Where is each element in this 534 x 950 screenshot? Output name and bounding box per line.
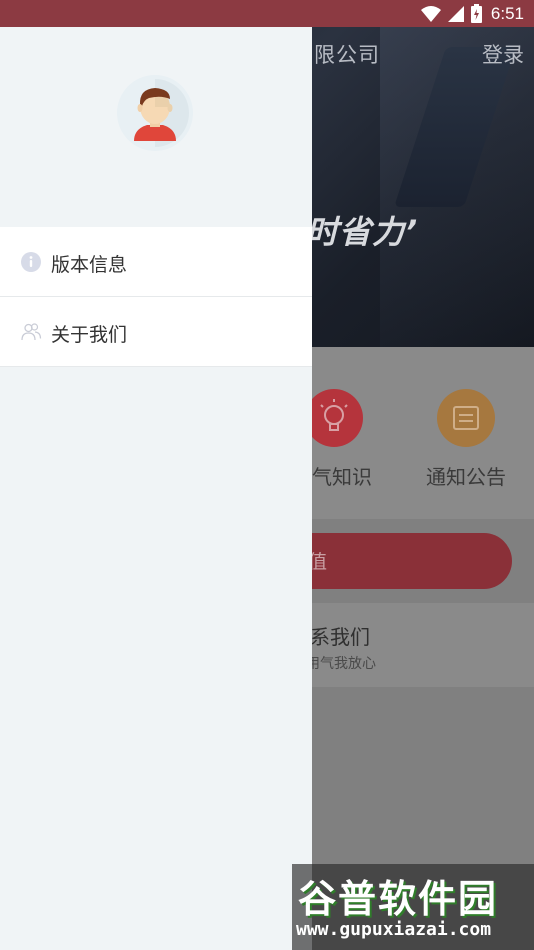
users-icon bbox=[21, 323, 42, 341]
signal-icon bbox=[447, 5, 464, 22]
status-icons: 6:51 bbox=[420, 3, 524, 24]
drawer-header bbox=[0, 27, 312, 227]
menu-item-label: 版本信息 bbox=[51, 254, 128, 276]
status-bar: 6:51 bbox=[0, 0, 534, 27]
banner-slogan: 时省力’ bbox=[306, 213, 419, 251]
contact-subtitle: 用气我放心 bbox=[306, 656, 376, 672]
lightbulb-icon[interactable] bbox=[305, 389, 363, 447]
login-button[interactable]: 登录 bbox=[482, 39, 524, 69]
user-avatar-icon[interactable] bbox=[115, 73, 195, 153]
navigation-drawer: 版本信息 关于我们 bbox=[0, 27, 312, 950]
company-title: 限公司 bbox=[314, 43, 380, 67]
battery-icon bbox=[470, 4, 482, 23]
function-label: 气知识 bbox=[312, 465, 372, 489]
drawer-menu: 版本信息 关于我们 bbox=[0, 227, 312, 367]
menu-item-version-info[interactable]: 版本信息 bbox=[0, 227, 312, 297]
watermark-url: www.gupuxiazai.com bbox=[296, 919, 492, 940]
status-time: 6:51 bbox=[490, 3, 524, 23]
wifi-icon bbox=[420, 5, 441, 22]
info-icon bbox=[21, 252, 41, 272]
menu-item-about-us[interactable]: 关于我们 bbox=[0, 297, 312, 367]
contact-title: 系我们 bbox=[310, 625, 370, 649]
watermark: 谷普软件园 www.gupuxiazai.com bbox=[292, 864, 534, 950]
function-label: 通知公告 bbox=[426, 465, 506, 489]
notice-icon[interactable] bbox=[437, 389, 495, 447]
watermark-logo: 谷普软件园 bbox=[298, 877, 499, 921]
menu-item-label: 关于我们 bbox=[51, 324, 128, 346]
